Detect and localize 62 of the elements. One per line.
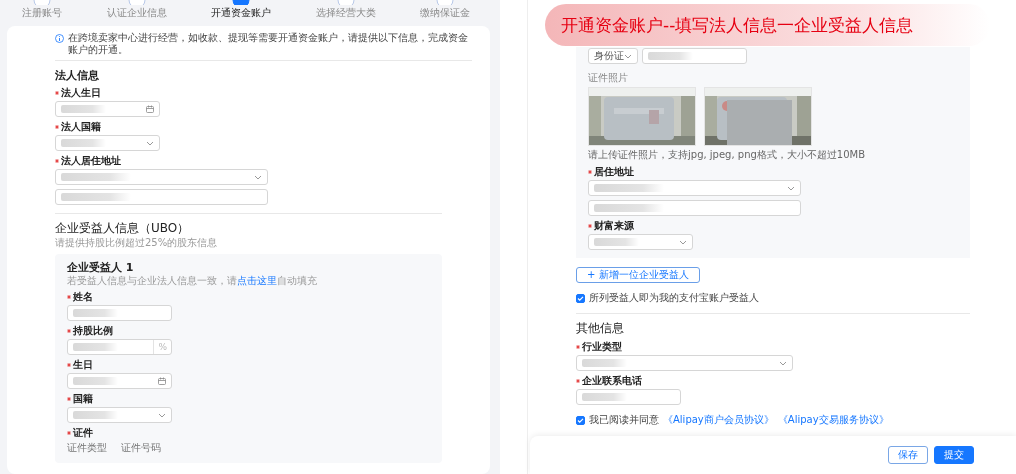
chevron-down-icon [146, 140, 154, 146]
input-field[interactable] [67, 305, 172, 321]
field-label: 生日 [73, 359, 93, 371]
chevron-down-icon [679, 239, 687, 245]
select-field[interactable] [55, 135, 160, 151]
field-label: 法人国籍 [61, 121, 101, 133]
field-label: 证件照片 [588, 71, 629, 85]
calendar-icon [158, 377, 166, 385]
field-label: 持股比例 [73, 325, 113, 337]
field-label: 财富来源 [594, 220, 634, 232]
info-icon [55, 34, 64, 43]
chevron-down-icon [779, 360, 787, 366]
input-field[interactable] [55, 189, 268, 205]
field-label: 行业类型 [582, 341, 622, 353]
select-field[interactable]: 身份证 [588, 48, 638, 64]
notice-text: 在跨境卖家中心进行经营，如收款、提现等需要开通资金账户，请提供以下信息，完成资金账户的开通。 [68, 32, 469, 56]
field-label: 企业联系电话 [582, 375, 642, 387]
field-label: 国籍 [73, 393, 93, 405]
select-field[interactable] [588, 180, 801, 196]
autofill-link[interactable]: 点击这里 [237, 275, 277, 286]
checkbox[interactable] [576, 415, 585, 425]
input-field[interactable] [576, 389, 681, 405]
select-field[interactable] [576, 355, 793, 371]
sub-label: 证件类型 [67, 441, 107, 455]
step-label: 开通资金账户 [211, 6, 271, 19]
beneficiary-title: 企业受益人 1 [67, 260, 135, 275]
field-label: 法人生日 [61, 87, 101, 99]
field-label: 姓名 [73, 291, 93, 303]
calendar-icon [146, 105, 154, 113]
submit-button[interactable]: 提交 [934, 446, 974, 464]
date-field[interactable] [55, 101, 160, 117]
select-field[interactable] [55, 169, 268, 185]
section-subtitle: 请提供持股比例超过25%的股东信息 [55, 237, 219, 249]
save-button[interactable]: 保存 [888, 446, 928, 464]
date-field[interactable] [67, 373, 172, 389]
checkbox-label: 我已阅读并同意 [589, 413, 659, 427]
chevron-down-icon [254, 174, 262, 180]
section-title: 企业受益人信息（UBO） [55, 220, 191, 237]
field-label: 居住地址 [594, 166, 634, 178]
chevron-down-icon [787, 185, 795, 191]
input-field[interactable] [588, 200, 801, 216]
section-title: 其他信息 [576, 320, 625, 337]
upload-hint: 请上传证件照片，支持jpg, jpeg, png格式，大小不超过10MB [588, 148, 867, 162]
chevron-down-icon [158, 412, 166, 418]
select-field[interactable] [588, 234, 693, 250]
field-label: 法人居住地址 [61, 155, 121, 167]
agreement-link[interactable]: 《Alipay商户会员协议》 [663, 413, 774, 427]
sub-label: 证件号码 [121, 441, 161, 455]
add-beneficiary-button[interactable]: + 新增一位企业受益人 [576, 267, 700, 283]
checkbox-label: 所列受益人即为我的支付宝账户受益人 [589, 291, 759, 305]
section-title: 法人信息 [55, 68, 100, 83]
select-field[interactable] [67, 407, 172, 423]
step-label: 注册账号 [22, 6, 62, 19]
step-label: 选择经营大类 [315, 6, 376, 19]
input-field[interactable] [642, 48, 747, 64]
checkbox[interactable] [576, 293, 585, 303]
step-label: 缴纳保证金 [420, 6, 470, 19]
field-label: 证件 [73, 427, 93, 439]
step-label: 认证企业信息 [106, 6, 167, 19]
chevron-down-icon [624, 53, 632, 59]
unit-label: % [153, 340, 171, 354]
agreement-link[interactable]: 《Alipay交易服务协议》 [777, 413, 889, 427]
